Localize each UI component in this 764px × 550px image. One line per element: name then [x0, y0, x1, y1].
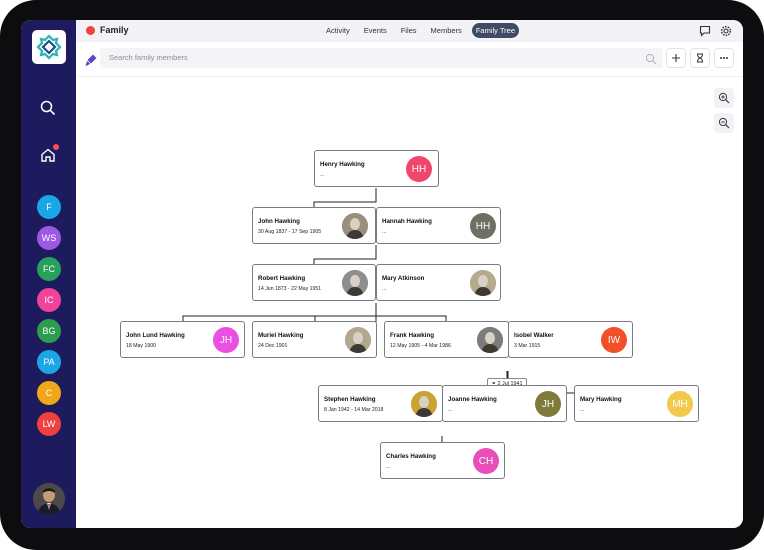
person-dates: 14 Jun 1873 - 22 May 1951: [258, 286, 322, 292]
person-photo: [345, 327, 371, 353]
app-logo[interactable]: [32, 30, 66, 64]
space-lw[interactable]: LW: [37, 412, 61, 436]
space-bg[interactable]: BG: [37, 319, 61, 343]
person-photo: [342, 270, 368, 296]
tablet-frame: F WS FC IC BG PA C LW Family Activity Events File…: [0, 0, 764, 550]
person-card-frank[interactable]: Frank Hawking 12 May 1905 - 4 Mar 1986: [384, 321, 509, 358]
person-dates: 18 May 1900: [126, 343, 156, 349]
person-card-john-lund[interactable]: John Lund Hawking 18 May 1900 JH: [120, 321, 245, 358]
person-card-charles[interactable]: Charles Hawking... CH: [380, 442, 505, 479]
person-name: Hannah Hawking: [382, 218, 432, 225]
notification-dot: [53, 144, 59, 150]
person-name: Isobel Walker: [514, 332, 554, 339]
person-dates: ...: [386, 464, 391, 470]
tab-activity[interactable]: Activity: [322, 23, 354, 38]
person-name: Stephen Hawking: [324, 396, 376, 403]
person-photo: [342, 213, 368, 239]
space-fc[interactable]: FC: [37, 257, 61, 281]
person-name: Joanne Hawking: [448, 396, 497, 403]
person-initials-avatar: JH: [535, 391, 561, 417]
space-c[interactable]: C: [37, 381, 61, 405]
left-rail: F WS FC IC BG PA C LW: [21, 20, 76, 528]
person-photo: [470, 270, 496, 296]
person-dates: ...: [448, 407, 453, 413]
space-ws[interactable]: WS: [37, 226, 61, 250]
person-dates: 24 Dec 1901: [258, 343, 288, 349]
space-pa[interactable]: PA: [37, 350, 61, 374]
person-name: Robert Hawking: [258, 275, 306, 282]
home-icon[interactable]: [35, 142, 61, 168]
tab-family-tree[interactable]: Family Tree: [471, 23, 519, 38]
person-name: Frank Hawking: [390, 332, 435, 339]
main-area: Family Activity Events Files Members Family …: [76, 20, 743, 528]
person-card-robert[interactable]: Robert Hawking 14 Jun 1873 - 22 May 1951: [252, 264, 376, 301]
search-icon: [645, 52, 657, 65]
person-initials-avatar: IW: [601, 327, 627, 353]
person-initials-avatar: HH: [406, 156, 432, 182]
app-title: Family: [100, 25, 129, 35]
person-initials-avatar: CH: [473, 448, 499, 474]
person-card-john[interactable]: John Hawking 30 Aug 1837 - 17 Sep 1905: [252, 207, 376, 244]
person-card-muriel[interactable]: Muriel Hawking 24 Dec 1901: [252, 321, 377, 358]
tab-events[interactable]: Events: [360, 23, 391, 38]
person-photo: [411, 391, 437, 417]
person-name: Charles Hawking: [386, 453, 436, 460]
person-card-stephen[interactable]: Stephen Hawking 8 Jan 1942 - 14 Mar 2018: [318, 385, 443, 422]
person-card-henry[interactable]: Henry Hawking... HH: [314, 150, 439, 187]
person-dates: 3 Mar 1915: [514, 343, 541, 349]
person-dates: ...: [382, 286, 387, 292]
tab-files[interactable]: Files: [397, 23, 421, 38]
user-avatar[interactable]: [33, 483, 65, 515]
person-name: Mary Hawking: [580, 396, 622, 403]
person-photo: [477, 327, 503, 353]
search-icon[interactable]: [35, 95, 61, 121]
person-dates: 8 Jan 1942 - 14 Mar 2018: [324, 407, 384, 413]
person-card-mary-h[interactable]: Mary Hawking... MH: [574, 385, 699, 422]
plus-icon: [672, 54, 680, 62]
person-card-joanne[interactable]: Joanne Hawking... JH: [442, 385, 567, 422]
nav-tabs: Activity Events Files Members Family Tree: [322, 23, 519, 38]
person-dates: ...: [382, 229, 387, 235]
search-placeholder: Search family members: [109, 53, 188, 62]
tree-canvas[interactable]: ⚭ 2 Jul 1941 Henry Hawking... HH John Hawk…: [76, 76, 743, 528]
history-button[interactable]: [690, 48, 710, 68]
gear-icon[interactable]: [719, 24, 733, 38]
search-row: Search family members: [76, 46, 743, 74]
person-dates: ...: [320, 172, 325, 178]
person-name: Muriel Hawking: [258, 332, 304, 339]
tab-members[interactable]: Members: [427, 23, 466, 38]
person-card-isobel[interactable]: Isobel Walker 3 Mar 1915 IW: [508, 321, 633, 358]
person-name: Henry Hawking: [320, 161, 365, 168]
screen: F WS FC IC BG PA C LW Family Activity Events File…: [21, 20, 743, 528]
person-card-mary-a[interactable]: Mary Atkinson...: [376, 264, 501, 301]
person-name: John Lund Hawking: [126, 332, 185, 339]
person-card-hannah[interactable]: Hannah Hawking... HH: [376, 207, 501, 244]
more-icon: [720, 57, 728, 59]
person-dates: ...: [580, 407, 585, 413]
more-button[interactable]: [714, 48, 734, 68]
space-ic[interactable]: IC: [37, 288, 61, 312]
person-initials-avatar: MH: [667, 391, 693, 417]
brush-icon[interactable]: [84, 53, 98, 67]
person-initials-avatar: JH: [213, 327, 239, 353]
app-status-dot: [86, 26, 95, 35]
chat-icon[interactable]: [698, 24, 712, 38]
search-input[interactable]: Search family members: [100, 48, 663, 68]
hourglass-icon: [697, 53, 703, 63]
person-name: John Hawking: [258, 218, 300, 225]
space-f[interactable]: F: [37, 195, 61, 219]
person-name: Mary Atkinson: [382, 275, 425, 282]
top-bar: Family Activity Events Files Members Family …: [76, 20, 743, 42]
add-button[interactable]: [666, 48, 686, 68]
person-initials-avatar: HH: [470, 213, 496, 239]
person-dates: 12 May 1905 - 4 Mar 1986: [390, 343, 451, 349]
person-dates: 30 Aug 1837 - 17 Sep 1905: [258, 229, 322, 235]
